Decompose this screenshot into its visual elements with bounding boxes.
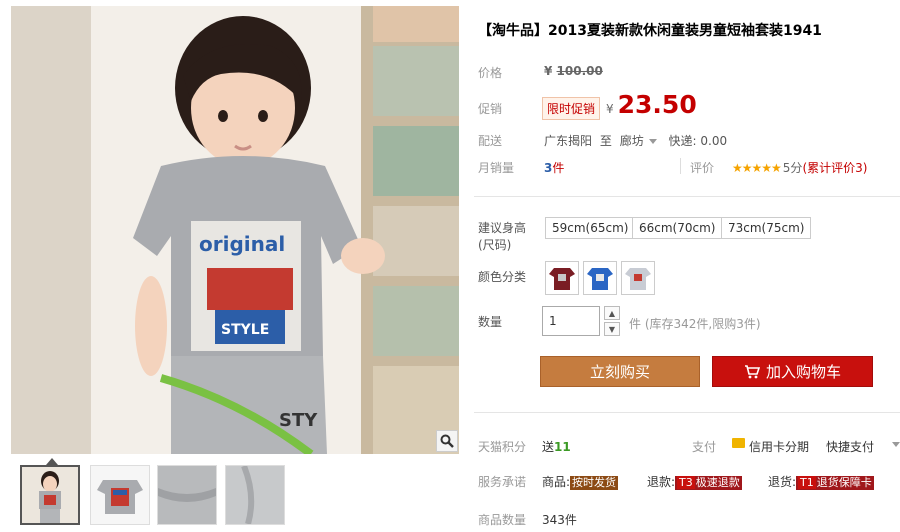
svg-text:STYLE: STYLE <box>221 322 269 338</box>
promo-price-currency: ¥ <box>606 102 614 116</box>
stock-info: 件 (库存342件,限购3件) <box>629 317 761 331</box>
quantity-sold-label: 商品数量 <box>478 513 527 527</box>
chevron-down-icon <box>648 138 657 144</box>
points-label: 天猫积分 <box>478 440 527 454</box>
size-label: 建议身高(尺码) <box>478 221 527 252</box>
divider <box>474 412 900 413</box>
promo-price-value: 23.50 <box>617 90 697 119</box>
shipping-destination-select[interactable]: 廊坊 <box>620 134 665 148</box>
payment-label: 支付 <box>692 440 717 454</box>
monthly-sales-value: 3件 <box>544 159 564 176</box>
points-value: 送11 <box>542 438 571 455</box>
credit-card-icon <box>732 438 745 448</box>
add-to-cart-button[interactable]: 加入购物车 <box>712 356 873 387</box>
service-tag-text: 退货保障卡 <box>816 476 872 489</box>
chevron-up-icon: ▲ <box>608 308 616 318</box>
original-price-value: 100.00 <box>556 64 603 78</box>
quantity-sold-value: 343件 <box>542 513 577 527</box>
chevron-down-icon: ▼ <box>608 324 616 334</box>
star-rating-icon: ★★★★★ <box>732 161 782 175</box>
service-code: T3 <box>677 476 695 489</box>
chevron-down-icon[interactable] <box>892 442 900 447</box>
size-option-66cm[interactable]: 66cm(70cm) <box>632 217 723 239</box>
shipping-label: 配送 <box>478 134 503 148</box>
thumbnail-4[interactable] <box>225 465 285 525</box>
service-prefix: 退款: <box>647 475 676 489</box>
quantity-label: 数量 <box>478 315 503 329</box>
divider <box>474 196 900 197</box>
promo-label: 促销 <box>478 102 503 116</box>
original-price: ¥ 100.00 <box>544 64 603 78</box>
service-prefix: 商品: <box>542 475 571 489</box>
quantity-input[interactable] <box>542 306 600 336</box>
magnifier-icon <box>440 434 454 448</box>
color-label: 颜色分类 <box>478 270 527 284</box>
quantity-decrease-button[interactable]: ▼ <box>604 322 620 336</box>
rating[interactable]: ★★★★★ 5分(累计评价3) <box>732 159 867 176</box>
divider <box>680 158 681 174</box>
points-text: 送 <box>542 440 555 454</box>
quick-pay-link[interactable]: 快捷支付 <box>826 438 874 455</box>
buy-now-button[interactable]: 立刻购买 <box>540 356 700 387</box>
monthly-sales-label: 月销量 <box>478 161 515 175</box>
shipping-destination: 廊坊 <box>619 134 644 148</box>
promo-badge: 限时促销 <box>542 97 601 120</box>
svg-text:original: original <box>199 232 285 256</box>
points-number: 11 <box>554 440 571 454</box>
service-tag: T3 极速退款 <box>675 476 742 490</box>
service-tag: 按时发货 <box>570 476 619 490</box>
color-swatch-grey[interactable] <box>621 261 655 295</box>
size-option-73cm[interactable]: 73cm(75cm) <box>721 217 812 239</box>
color-swatch-maroon[interactable] <box>545 261 579 295</box>
service-tag: T1 退货保障卡 <box>796 476 874 490</box>
service-item-return[interactable]: 退货: T1 退货保障卡 <box>768 473 874 490</box>
svg-text:STY: STY <box>279 410 318 431</box>
size-option-59cm[interactable]: 59cm(65cm) <box>545 217 636 239</box>
promo-price: ¥23.50 <box>606 90 697 119</box>
service-item-shipping[interactable]: 商品: 按时发货 <box>542 473 619 490</box>
thumbnail-indicator-arrow <box>46 458 58 465</box>
shipping-origin: 广东揭阳 <box>544 134 593 148</box>
shipping-info: 广东揭阳 至 廊坊 快递: 0.00 <box>544 132 727 149</box>
thumbnail-2[interactable] <box>90 465 150 525</box>
service-label: 服务承诺 <box>478 475 527 489</box>
service-tag-text: 极速退款 <box>695 476 740 489</box>
rating-score: 5分 <box>782 161 803 175</box>
main-product-image[interactable]: original STYLE STY <box>11 6 459 454</box>
add-to-cart-label: 加入购物车 <box>765 363 841 381</box>
service-code: T1 <box>798 476 816 489</box>
review-count-link[interactable]: (累计评价3) <box>802 161 867 175</box>
service-item-refund[interactable]: 退款: T3 极速退款 <box>647 473 742 490</box>
shipping-express: 快递: 0.00 <box>668 134 728 148</box>
shipping-to-word: 至 <box>599 134 612 148</box>
color-swatch-blue[interactable] <box>583 261 617 295</box>
service-prefix: 退货: <box>768 475 797 489</box>
credit-installment-link[interactable]: 信用卡分期 <box>749 438 809 455</box>
buy-now-label: 立刻购买 <box>589 363 650 381</box>
monthly-sales-unit: 件 <box>552 161 565 175</box>
quantity-increase-button[interactable]: ▲ <box>604 306 620 320</box>
review-label: 评价 <box>690 161 715 175</box>
price-label: 价格 <box>478 66 503 80</box>
zoom-button[interactable] <box>436 430 458 452</box>
product-title: 【淘牛品】2013夏装新款休闲童装男童短袖套装1941 <box>478 23 822 39</box>
cart-icon <box>744 364 760 378</box>
thumbnail-3[interactable] <box>157 465 217 525</box>
original-price-currency: ¥ <box>544 64 553 78</box>
thumbnail-1[interactable] <box>20 465 80 525</box>
